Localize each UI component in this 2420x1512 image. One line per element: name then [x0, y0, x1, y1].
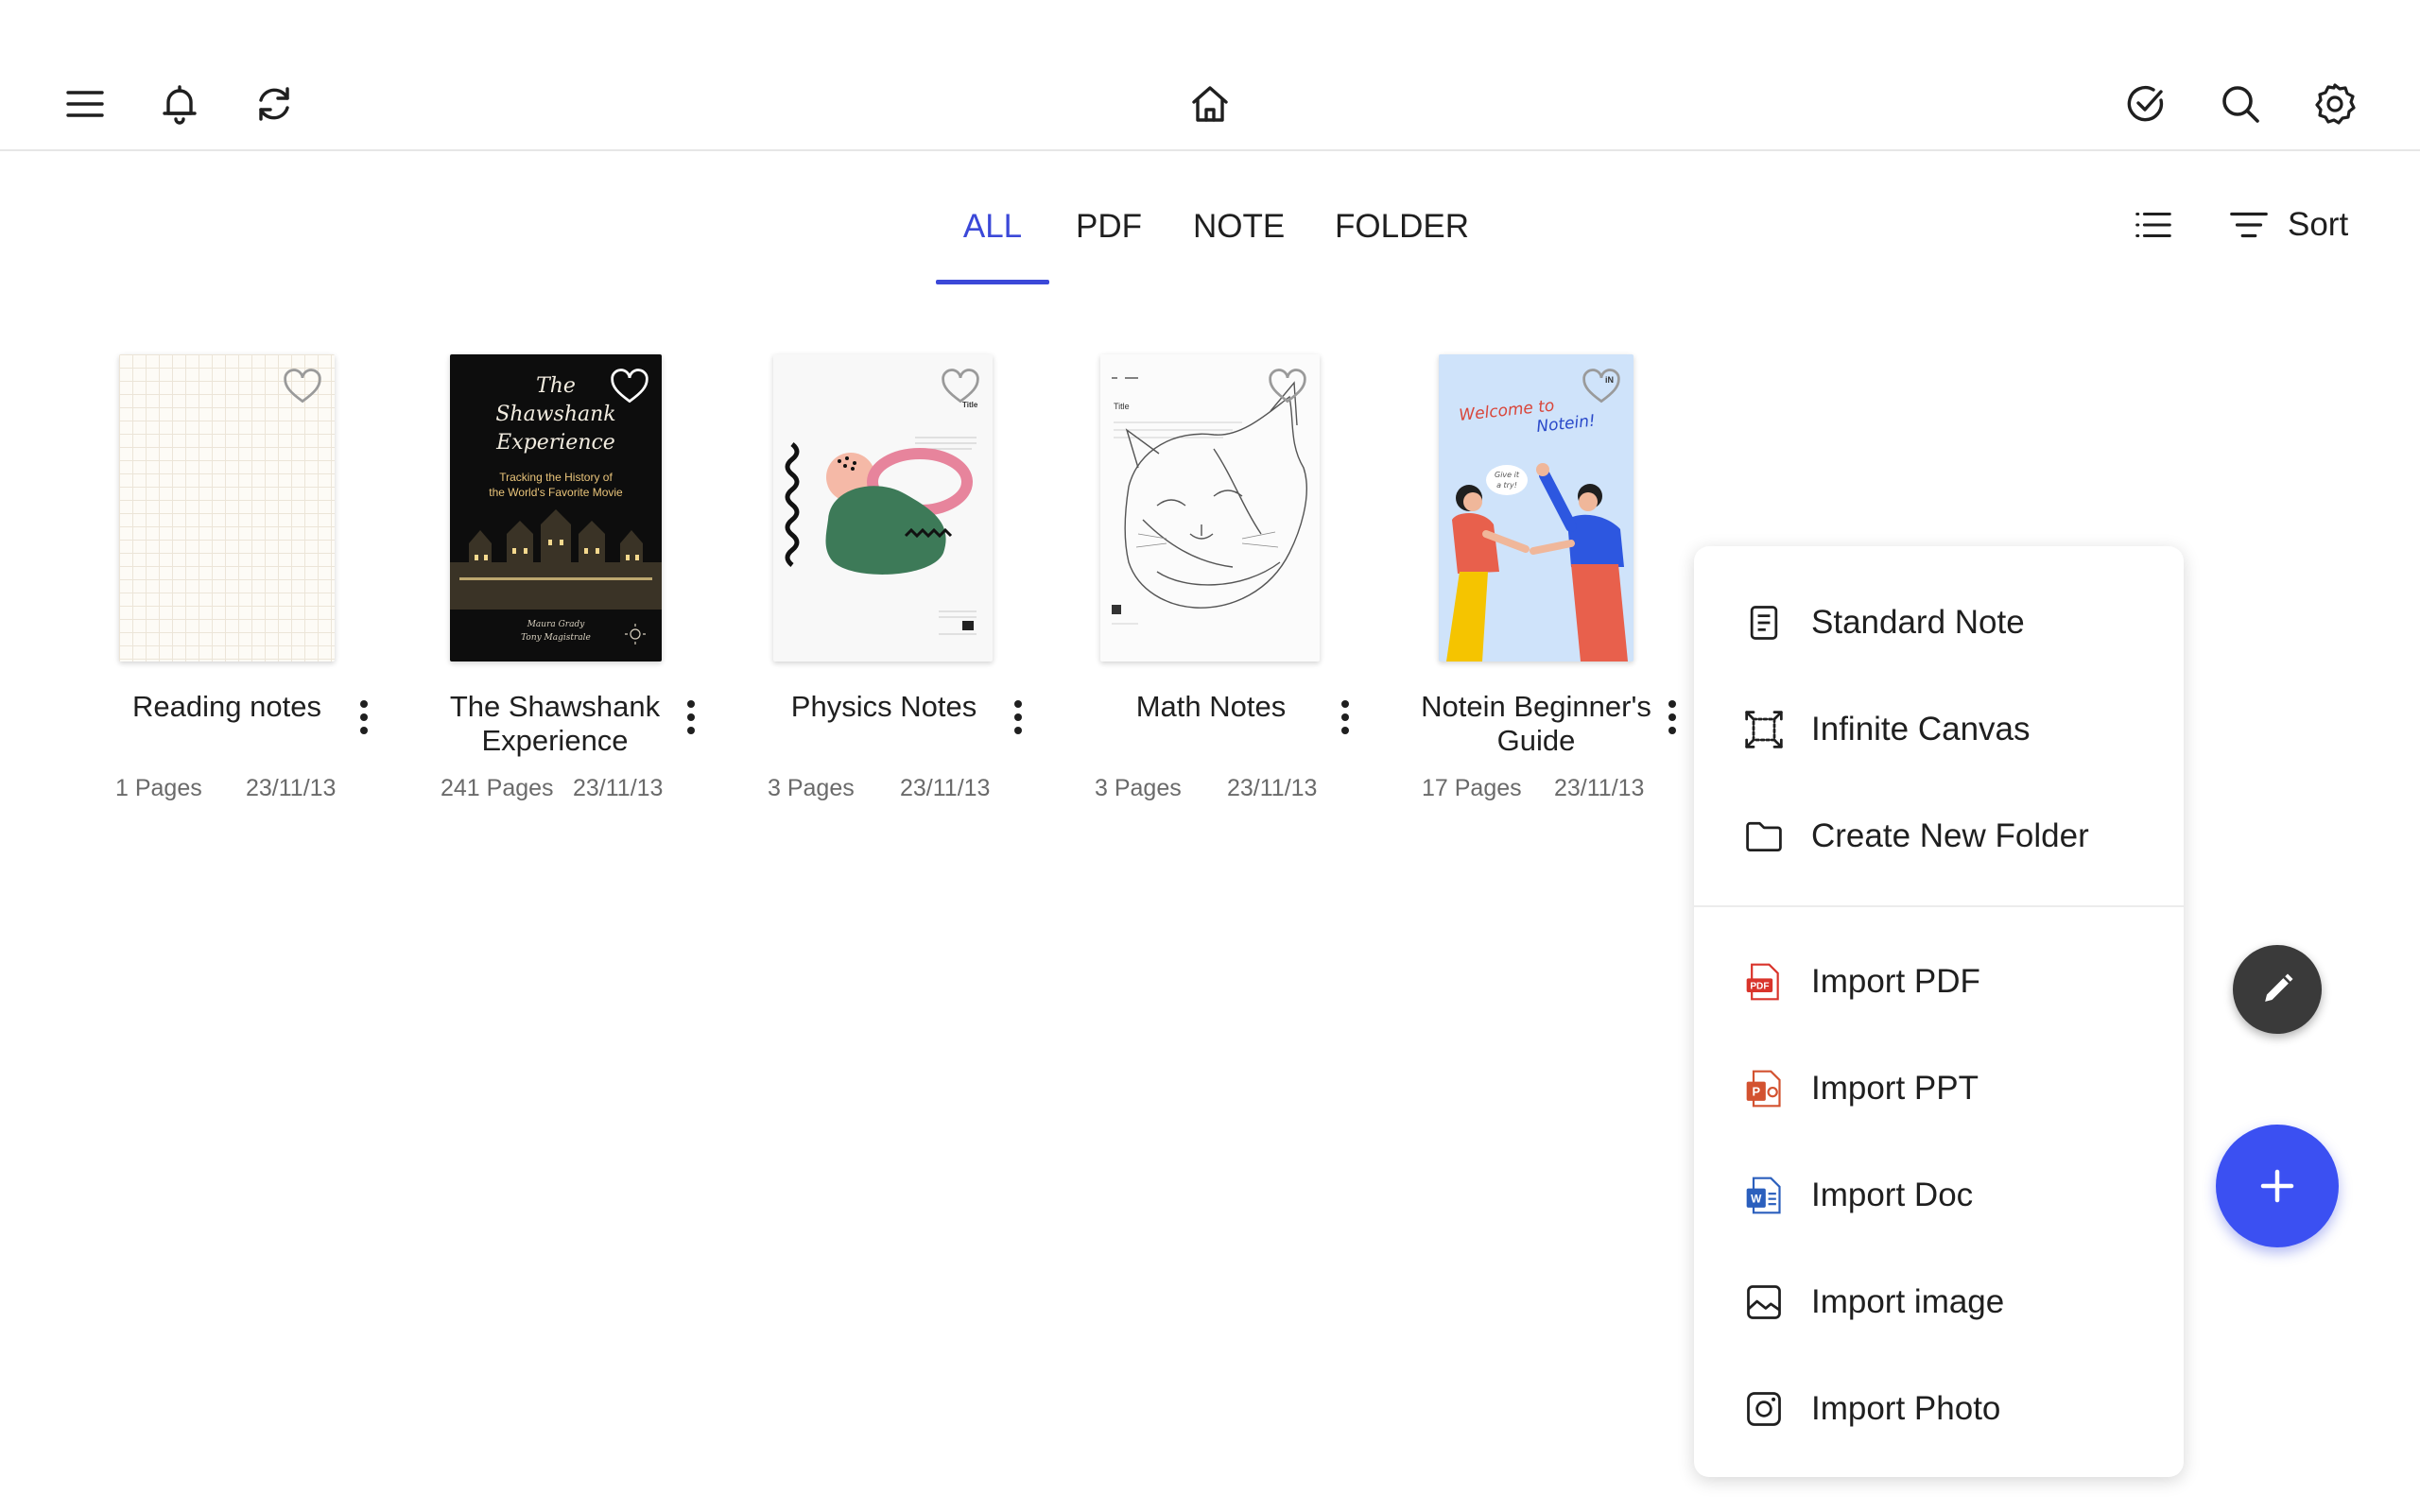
edit-fab-button[interactable]: [2233, 945, 2322, 1034]
tab-note[interactable]: NOTE: [1193, 198, 1285, 274]
menu-item-import-ppt[interactable]: P Import PPT: [1694, 1041, 2184, 1136]
file-date: 23/11/13: [900, 775, 991, 801]
file-cover[interactable]: Title: [1100, 354, 1320, 662]
file-title: Notein Beginner's Guide: [1421, 690, 1651, 757]
file-date: 23/11/13: [1554, 775, 1645, 801]
note-icon: [1741, 600, 1787, 645]
file-date: 23/11/13: [573, 775, 664, 801]
page-count: 3 Pages: [1095, 775, 1182, 801]
cover-author: Tony Magistrale: [521, 633, 591, 643]
cover-author: Maura Grady: [527, 620, 586, 629]
tab-pdf[interactable]: PDF: [1076, 198, 1142, 274]
add-fab-button[interactable]: [2216, 1125, 2339, 1247]
menu-icon[interactable]: [57, 76, 113, 132]
file-cover[interactable]: The Shawshank Experience Tracking the Hi…: [450, 354, 662, 662]
active-tab-indicator: [936, 280, 1049, 284]
sort-icon: [2230, 212, 2268, 238]
heart-icon[interactable]: [282, 366, 323, 407]
file-date: 23/11/13: [1227, 775, 1318, 801]
file-card[interactable]: Title Physics Notes 3 Pages 23/11/13: [758, 354, 1070, 808]
doc-icon: W: [1741, 1173, 1787, 1218]
file-card[interactable]: The Shawshank Experience Tracking the Hi…: [431, 354, 743, 808]
pdf-icon: PDF: [1741, 959, 1787, 1005]
file-card[interactable]: Welcome to Notein! Give it a try! iN Not…: [1412, 354, 1724, 808]
check-circle-icon[interactable]: [2118, 76, 2174, 132]
tab-folder[interactable]: FOLDER: [1335, 198, 1469, 274]
sort-label: Sort: [2288, 206, 2349, 243]
file-title: Reading notes: [132, 690, 321, 723]
more-options-icon[interactable]: [1658, 696, 1686, 738]
cover-title-line: Experience: [495, 431, 615, 455]
file-cover[interactable]: Welcome to Notein! Give it a try! iN: [1439, 354, 1634, 662]
more-options-icon[interactable]: [1004, 696, 1032, 738]
cover-bubble-line: Give it: [1495, 471, 1520, 479]
svg-text:P: P: [1752, 1084, 1760, 1098]
svg-text:PDF: PDF: [1750, 981, 1769, 991]
menu-divider: [1694, 905, 2184, 907]
page-count: 3 Pages: [768, 775, 855, 801]
plus-icon: [2260, 1169, 2294, 1203]
create-import-menu: Standard Note Infinite Canvas Create New…: [1694, 546, 2184, 1477]
settings-icon[interactable]: [2307, 76, 2363, 132]
folder-icon: [1741, 814, 1787, 859]
tab-all[interactable]: ALL: [962, 198, 1023, 274]
menu-item-import-photo[interactable]: Import Photo: [1694, 1362, 2184, 1456]
list-view-icon[interactable]: [2125, 198, 2182, 251]
home-icon[interactable]: [1182, 76, 1238, 132]
top-bar: [0, 0, 2420, 151]
sort-button[interactable]: Sort: [2227, 198, 2348, 251]
more-options-icon[interactable]: [1331, 696, 1359, 738]
menu-item-import-doc[interactable]: W Import Doc: [1694, 1148, 2184, 1243]
menu-item-create-folder[interactable]: Create New Folder: [1694, 789, 2184, 884]
file-card[interactable]: Reading notes 1 Pages 23/11/13: [104, 354, 416, 808]
heart-icon[interactable]: [1267, 366, 1308, 407]
camera-icon: [1741, 1386, 1787, 1432]
ppt-icon: P: [1741, 1066, 1787, 1111]
search-icon[interactable]: [2212, 76, 2269, 132]
more-options-icon[interactable]: [350, 696, 378, 738]
pencil-icon: [2265, 973, 2293, 1002]
cover-subtitle-line: the World's Favorite Movie: [489, 486, 623, 499]
bell-icon[interactable]: [151, 76, 208, 132]
cover-bubble-line: a try!: [1496, 481, 1517, 490]
more-options-icon[interactable]: [677, 696, 705, 738]
cover-title-line: The: [536, 374, 576, 398]
heart-icon[interactable]: [1581, 366, 1622, 407]
file-title: Math Notes: [1135, 690, 1287, 723]
menu-item-import-pdf[interactable]: PDF Import PDF: [1694, 935, 2184, 1029]
sync-icon[interactable]: [246, 76, 302, 132]
menu-item-import-image[interactable]: Import image: [1694, 1255, 2184, 1349]
file-cover[interactable]: Title: [773, 354, 993, 662]
menu-item-infinite-canvas[interactable]: Infinite Canvas: [1694, 682, 2184, 777]
menu-item-standard-note[interactable]: Standard Note: [1694, 576, 2184, 670]
cover-subtitle-line: Tracking the History of: [499, 471, 613, 484]
file-title: The Shawshank Experience: [449, 690, 661, 757]
image-icon: [1741, 1280, 1787, 1325]
page-count: 17 Pages: [1422, 775, 1522, 801]
file-title: Physics Notes: [790, 690, 977, 723]
page-count: 1 Pages: [115, 775, 202, 801]
heart-icon[interactable]: [940, 366, 981, 407]
file-card[interactable]: Title Math Notes 3 Pages 23/11/13: [1085, 354, 1397, 808]
canvas-icon: [1741, 707, 1787, 752]
cover-title-label: Title: [1114, 402, 1130, 411]
svg-text:W: W: [1751, 1192, 1762, 1205]
file-cover[interactable]: [119, 354, 335, 662]
page-count: 241 Pages: [441, 775, 554, 801]
file-date: 23/11/13: [246, 775, 337, 801]
cover-title-line: Shawshank: [495, 403, 615, 426]
heart-icon[interactable]: [609, 366, 650, 407]
